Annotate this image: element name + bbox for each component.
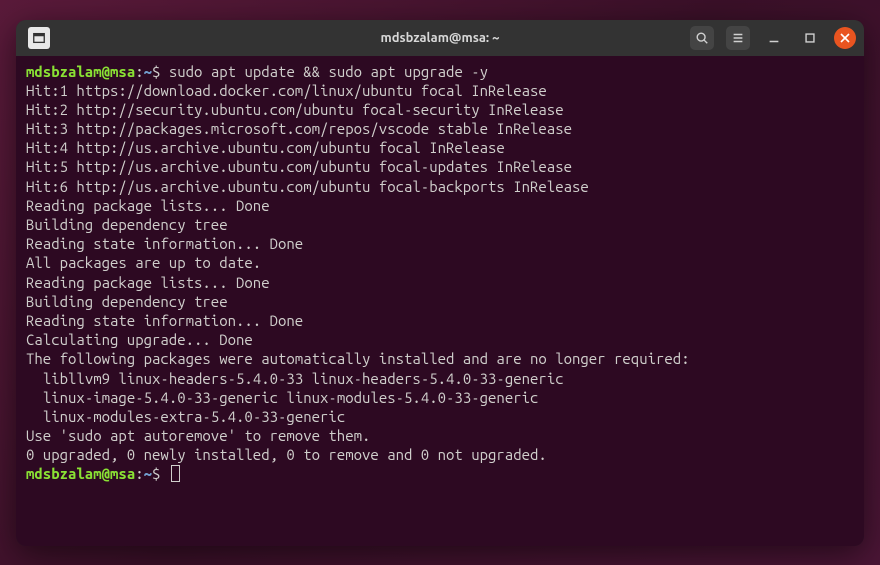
output-line: Calculating upgrade... Done xyxy=(26,330,854,349)
new-tab-button[interactable] xyxy=(28,27,50,49)
output-line: All packages are up to date. xyxy=(26,253,854,272)
output-line: Hit:6 http://us.archive.ubuntu.com/ubunt… xyxy=(26,177,854,196)
prompt-user: mdsbzalam xyxy=(26,465,102,482)
prompt-line: mdsbzalam@msa:~$ xyxy=(26,464,854,483)
prompt-line: mdsbzalam@msa:~$ sudo apt update && sudo… xyxy=(26,62,854,81)
output-line: Reading package lists... Done xyxy=(26,196,854,215)
prompt-path: ~ xyxy=(144,63,152,80)
output-line: linux-modules-extra-5.4.0-33-generic xyxy=(26,407,854,426)
output-line: Hit:1 https://download.docker.com/linux/… xyxy=(26,81,854,100)
output-line: Hit:4 http://us.archive.ubuntu.com/ubunt… xyxy=(26,138,854,157)
output-line: Hit:5 http://us.archive.ubuntu.com/ubunt… xyxy=(26,157,854,176)
prompt-symbol: $ xyxy=(152,63,160,80)
output-line: Hit:2 http://security.ubuntu.com/ubuntu … xyxy=(26,100,854,119)
command-text: sudo apt update && sudo apt upgrade -y xyxy=(169,63,488,80)
output-line: Hit:3 http://packages.microsoft.com/repo… xyxy=(26,119,854,138)
window-title: mdsbzalam@msa: ~ xyxy=(380,31,499,45)
prompt-host: msa xyxy=(110,63,135,80)
menu-button[interactable] xyxy=(726,26,750,50)
output-line: Reading package lists... Done xyxy=(26,273,854,292)
titlebar[interactable]: mdsbzalam@msa: ~ xyxy=(16,20,864,56)
search-button[interactable] xyxy=(690,26,714,50)
output-line: Building dependency tree xyxy=(26,292,854,311)
prompt-symbol: $ xyxy=(152,465,160,482)
cursor xyxy=(171,465,180,482)
titlebar-controls xyxy=(690,26,856,50)
terminal-window: mdsbzalam@msa: ~ mdsbzalam@msa:~$ sudo a… xyxy=(16,20,864,546)
output-line: Reading state information... Done xyxy=(26,311,854,330)
minimize-button[interactable] xyxy=(762,26,786,50)
close-button[interactable] xyxy=(834,27,856,49)
terminal-area[interactable]: mdsbzalam@msa:~$ sudo apt update && sudo… xyxy=(16,56,864,546)
prompt-user: mdsbzalam xyxy=(26,63,102,80)
prompt-host: msa xyxy=(110,465,135,482)
output-line: Reading state information... Done xyxy=(26,234,854,253)
output-line: The following packages were automaticall… xyxy=(26,349,854,368)
output-line: linux-image-5.4.0-33-generic linux-modul… xyxy=(26,388,854,407)
maximize-button[interactable] xyxy=(798,26,822,50)
output-line: Building dependency tree xyxy=(26,215,854,234)
prompt-path: ~ xyxy=(144,465,152,482)
output-line: libllvm9 linux-headers-5.4.0-33 linux-he… xyxy=(26,369,854,388)
output-line: 0 upgraded, 0 newly installed, 0 to remo… xyxy=(26,445,854,464)
output-line: Use 'sudo apt autoremove' to remove them… xyxy=(26,426,854,445)
